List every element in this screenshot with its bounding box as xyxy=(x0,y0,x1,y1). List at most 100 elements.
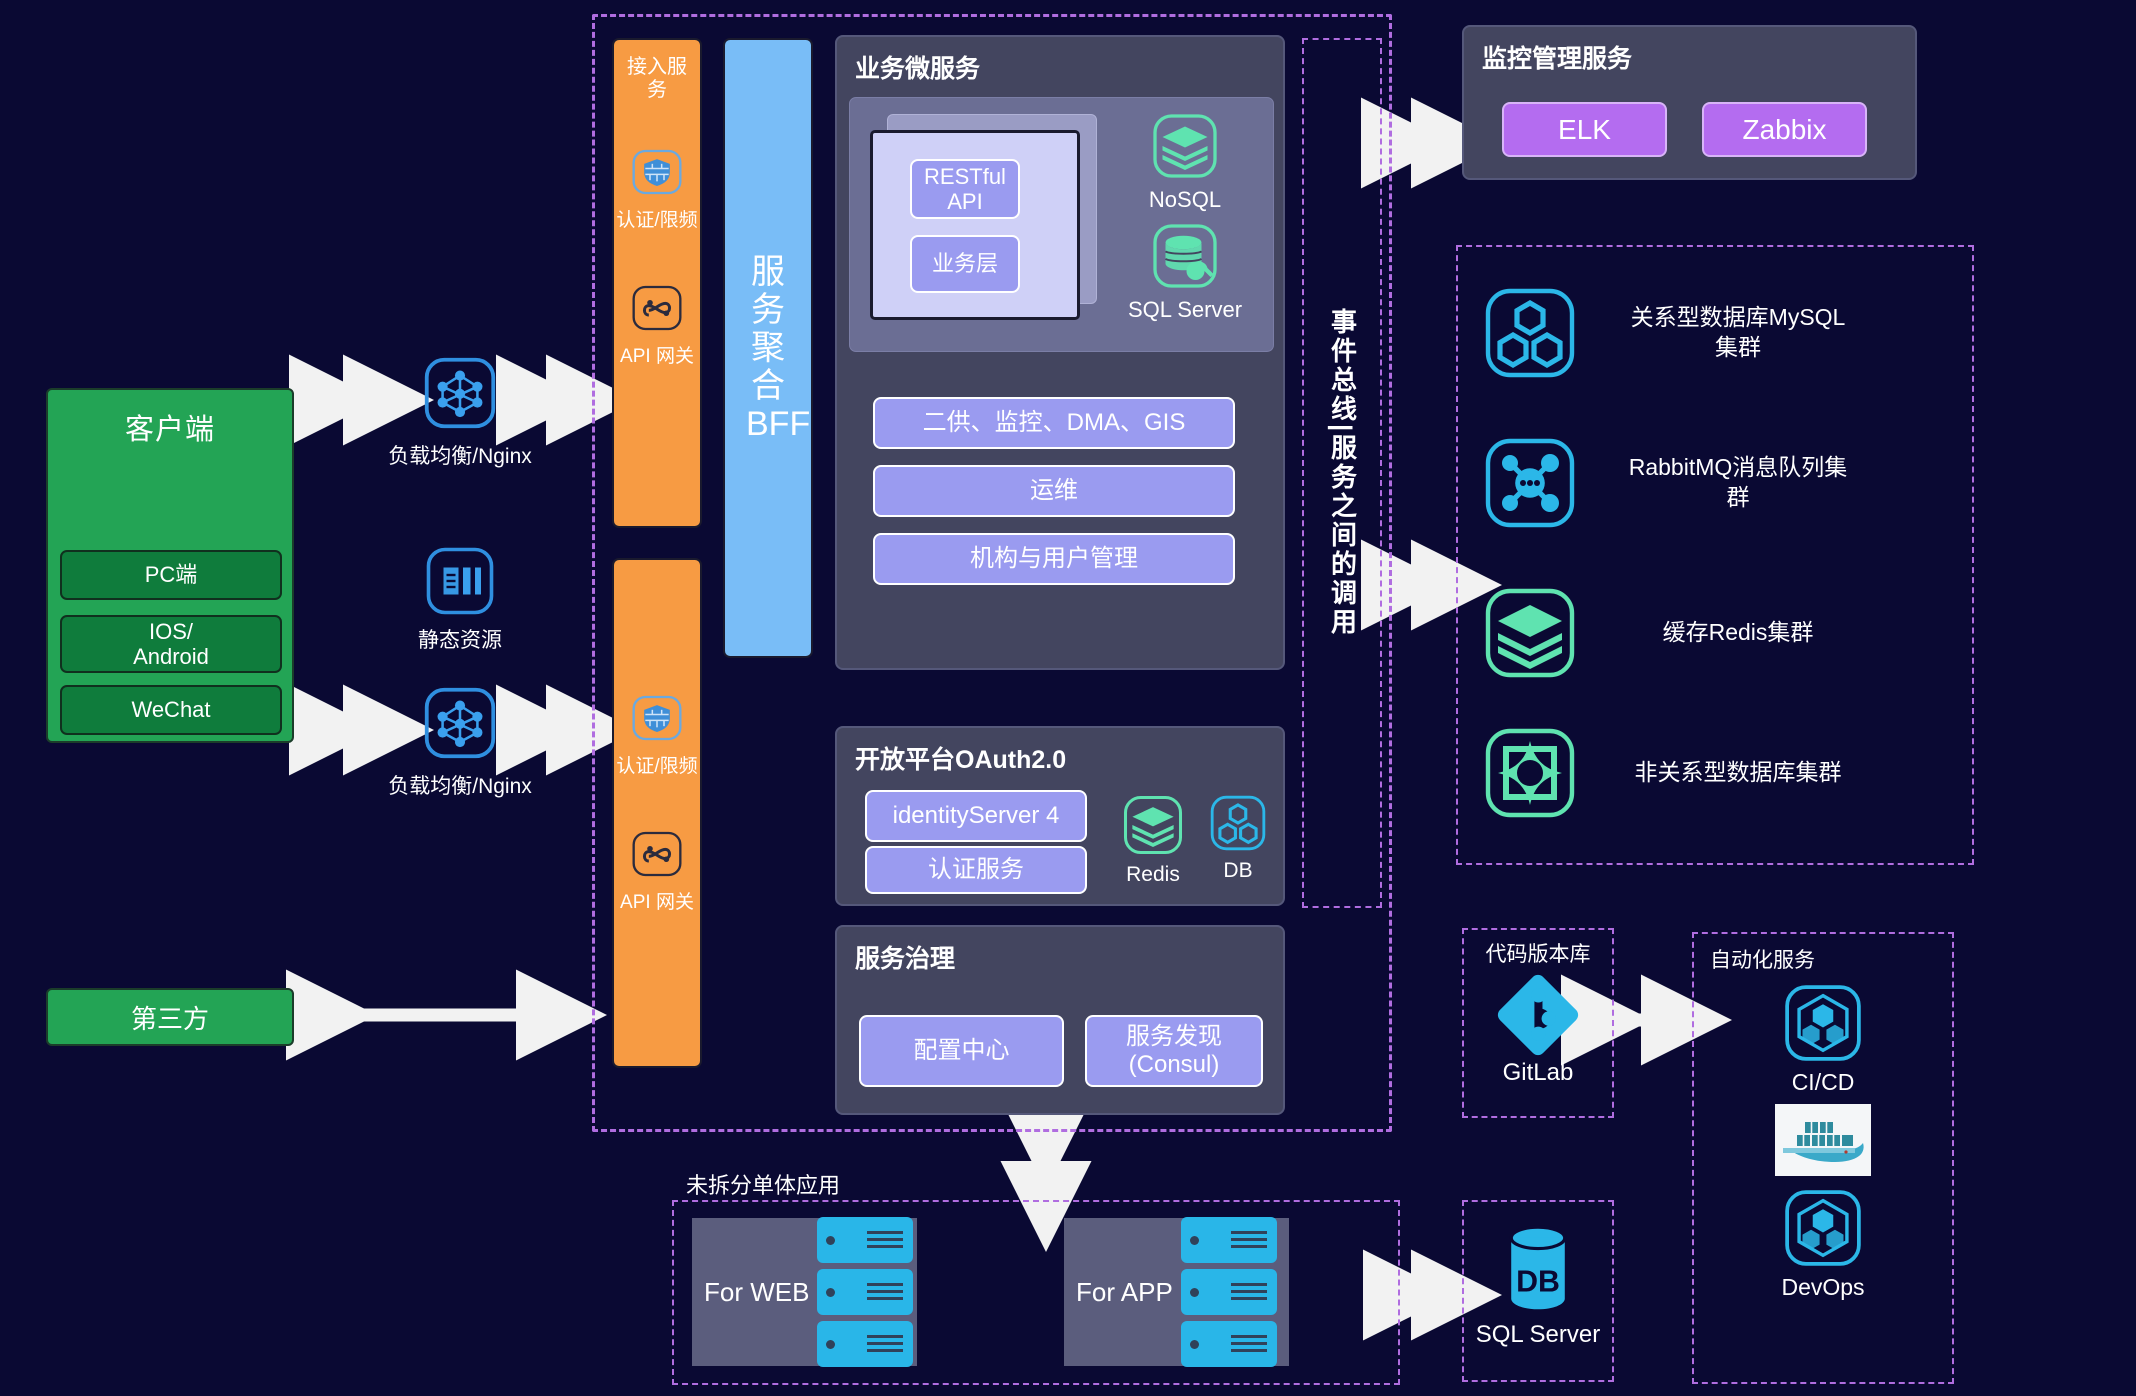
microservices-inner-panel: RESTful API 业务层 NoSQL SQL Server xyxy=(849,97,1274,352)
server-icon xyxy=(817,1217,914,1263)
auth-ratelimit-label: 认证/限频 xyxy=(616,756,698,777)
client-box: 客户端 PC端 IOS/ Android WeChat xyxy=(46,388,294,743)
access-service-column-bottom: 认证/限频 API 网关 xyxy=(612,558,702,1068)
third-party-box[interactable]: 第三方 xyxy=(46,988,294,1046)
api-gateway-icon xyxy=(632,285,682,331)
oauth-db-label: DB xyxy=(1223,859,1253,882)
hexagon-cluster-icon xyxy=(1210,795,1266,851)
data-service-redis-label: 缓存Redis集群 xyxy=(1662,619,1814,646)
static-resource-label: 静态资源 xyxy=(418,629,502,652)
docker-whale-icon xyxy=(1775,1104,1871,1176)
auth-ratelimit-item-top[interactable]: 认证/限频 xyxy=(616,144,698,232)
access-service-column-top: 接入服务 认证/限频 API 网关 xyxy=(612,38,702,528)
business-layer-chip[interactable]: 业务层 xyxy=(910,235,1020,293)
monolith-group-web: For WEB xyxy=(692,1217,917,1367)
monolith-title: 未拆分单体应用 xyxy=(686,1173,841,1198)
load-balancer-top: 负载均衡/Nginx xyxy=(385,355,535,470)
api-gateway-label: API 网关 xyxy=(620,892,694,913)
oauth-redis-item: Redis xyxy=(1112,792,1194,887)
api-gateway-icon xyxy=(632,831,682,877)
event-bus-container: 事件总线|服务之间的调用 xyxy=(1302,38,1382,908)
bff-column[interactable]: 服务聚合BFF xyxy=(723,38,813,658)
monolith-group-app: For APP xyxy=(1064,1217,1289,1367)
automation-title: 自动化服务 xyxy=(1710,949,1815,972)
sqlserver-item: SQL Server xyxy=(1120,220,1250,323)
automation-item-cicd: CI/CD xyxy=(1694,982,1952,1096)
cube-cluster-icon xyxy=(1785,1190,1861,1266)
monolith-group-web-label: For WEB xyxy=(704,1276,810,1307)
api-gateway-item-top[interactable]: API 网关 xyxy=(620,280,694,368)
code-repo-title: 代码版本库 xyxy=(1485,943,1591,966)
load-balancer-bottom-label: 负载均衡/Nginx xyxy=(388,775,532,798)
gitlab-label: GitLab xyxy=(1502,1059,1574,1086)
microservice-bar-1[interactable]: 运维 xyxy=(873,465,1235,517)
client-item-pc[interactable]: PC端 xyxy=(60,550,282,600)
network-icon xyxy=(424,687,496,759)
monolith-container: For WEB For APP xyxy=(672,1200,1400,1385)
server-icon xyxy=(1180,1269,1277,1315)
shield-firewall-icon xyxy=(632,695,682,741)
client-item-mobile[interactable]: IOS/ Android xyxy=(60,615,282,673)
layers-icon xyxy=(1485,588,1575,678)
cube-cluster-icon xyxy=(1785,985,1861,1061)
shield-firewall-icon xyxy=(632,149,682,195)
monolith-group-app-label: For APP xyxy=(1076,1276,1173,1307)
governance-title: 服务治理 xyxy=(855,945,956,973)
load-balancer-bottom: 负载均衡/Nginx xyxy=(385,685,535,800)
auth-service-chip[interactable]: 认证服务 xyxy=(865,846,1087,894)
diamond-star-icon xyxy=(1485,728,1575,818)
automation-container: 自动化服务 CI/CD DevOps xyxy=(1692,932,1954,1384)
service-card-front: RESTful API 业务层 xyxy=(870,130,1080,320)
automation-item-devops: DevOps xyxy=(1694,1187,1952,1301)
nosql-label: NoSQL xyxy=(1148,187,1222,212)
monitoring-panel: 监控管理服务 ELK Zabbix xyxy=(1462,25,1917,180)
data-service-mysql-label: 关系型数据库MySQL 集群 xyxy=(1630,304,1846,360)
microservice-bar-2[interactable]: 机构与用户管理 xyxy=(873,533,1235,585)
network-icon xyxy=(424,357,496,429)
database-icon: DB xyxy=(1509,1225,1567,1310)
sqlserver-label: SQL Server xyxy=(1127,297,1243,322)
nosql-item: NoSQL xyxy=(1120,110,1250,213)
bottom-db-label: SQL Server xyxy=(1475,1321,1601,1348)
oauth-panel: 开放平台OAuth2.0 identityServer 4 认证服务 Redis… xyxy=(835,726,1285,906)
auth-ratelimit-item-bottom[interactable]: 认证/限频 xyxy=(616,690,698,778)
governance-panel: 服务治理 配置中心 服务发现 (Consul) xyxy=(835,925,1285,1115)
data-service-nosql-label: 非关系型数据库集群 xyxy=(1634,759,1842,786)
data-service-nosql: 非关系型数据库集群 xyxy=(1482,725,1868,821)
restful-api-chip[interactable]: RESTful API xyxy=(910,159,1020,219)
automation-devops-label: DevOps xyxy=(1781,1274,1865,1300)
gitlab-icon xyxy=(1497,974,1579,1056)
bff-label: 服务聚合BFF xyxy=(746,252,811,444)
identity-server-chip[interactable]: identityServer 4 xyxy=(865,790,1087,842)
rabbitmq-icon xyxy=(1485,438,1575,528)
api-gateway-label: API 网关 xyxy=(620,346,694,367)
data-service-redis: 缓存Redis集群 xyxy=(1482,585,1868,681)
data-service-rabbitmq-label: RabbitMQ消息队列集 群 xyxy=(1628,454,1848,510)
api-gateway-item-bottom[interactable]: API 网关 xyxy=(620,826,694,914)
data-service-mysql: 关系型数据库MySQL 集群 xyxy=(1482,285,1868,381)
auth-ratelimit-label: 认证/限频 xyxy=(616,210,698,231)
automation-item-docker xyxy=(1694,1104,1952,1181)
client-item-wechat[interactable]: WeChat xyxy=(60,685,282,735)
server-icon xyxy=(817,1321,914,1367)
server-icon xyxy=(1180,1321,1277,1367)
config-center-chip[interactable]: 配置中心 xyxy=(859,1015,1064,1087)
monitoring-chip-elk[interactable]: ELK xyxy=(1502,102,1667,157)
third-party-label: 第三方 xyxy=(130,1003,209,1034)
event-bus-label: 事件总线|服务之间的调用 xyxy=(1327,308,1358,638)
server-icon xyxy=(817,1269,914,1315)
microservice-bar-0[interactable]: 二供、监控、DMA、GIS xyxy=(873,397,1235,449)
data-service-rabbitmq: RabbitMQ消息队列集 群 xyxy=(1482,435,1868,531)
service-discovery-chip[interactable]: 服务发现 (Consul) xyxy=(1085,1015,1263,1087)
server-icon xyxy=(1180,1217,1277,1263)
static-resource-icon xyxy=(426,547,494,615)
layers-icon xyxy=(1153,114,1217,178)
monitoring-chip-zabbix[interactable]: Zabbix xyxy=(1702,102,1867,157)
microservices-title: 业务微服务 xyxy=(855,55,981,83)
bottom-db-container: DB SQL Server xyxy=(1462,1200,1614,1382)
database-wrench-icon xyxy=(1153,224,1217,288)
client-title: 客户端 xyxy=(124,414,215,446)
automation-cicd-label: CI/CD xyxy=(1791,1069,1855,1095)
load-balancer-top-label: 负载均衡/Nginx xyxy=(388,445,532,468)
microservices-panel: 业务微服务 RESTful API 业务层 NoSQL SQL Server 二… xyxy=(835,35,1285,670)
